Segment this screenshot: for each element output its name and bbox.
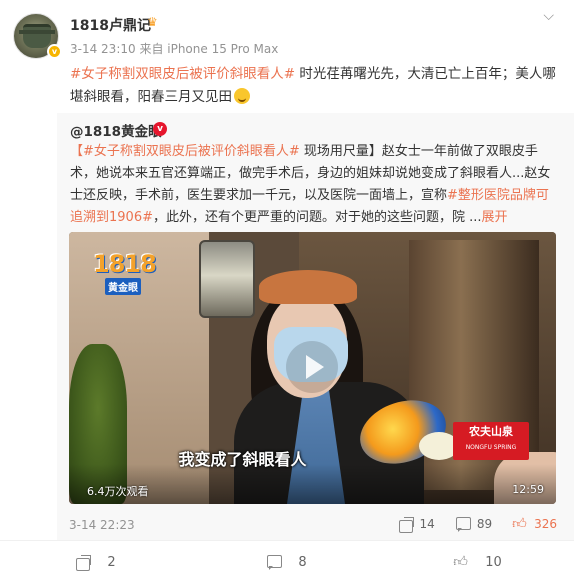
repost-comment-button[interactable]: 89	[455, 516, 492, 532]
repost-box[interactable]: @1818黄金眼 v 【#女子称割双眼皮后被评价斜眼看人# 现场用尺量】赵女士一…	[57, 113, 574, 540]
video-view-count: 6.4万次观看	[87, 485, 149, 498]
repost-like-button[interactable]: 👍︎ 326	[512, 516, 557, 532]
like-button[interactable]: 👍︎ 10	[382, 541, 573, 584]
repost-body-2: ，此外，还有个更严重的问题。对于她的这些问题，院 ...	[152, 210, 482, 225]
comment-count: 8	[298, 555, 307, 570]
repost-share-count: 14	[419, 517, 435, 531]
video-scene-lamp	[199, 240, 255, 318]
post-hashtag-link[interactable]: #女子称割双眼皮后被评价斜眼看人#	[70, 66, 295, 82]
sponsor-name-cn: 农夫山泉	[469, 425, 513, 438]
like-count: 10	[485, 555, 502, 570]
expand-link[interactable]: 展开	[482, 210, 508, 225]
post-meta: 3-14 23:10 来自 iPhone 15 Pro Max	[70, 42, 279, 56]
share-icon	[75, 554, 93, 572]
thumbs-up-icon: 👍︎	[512, 516, 527, 532]
username[interactable]: 1818卢鼎记	[70, 15, 151, 35]
video-subtitle: 我变成了斜眼看人	[178, 450, 307, 469]
repost-author-link[interactable]: @1818黄金眼	[70, 120, 162, 140]
repost-time: 3-14 22:23	[69, 518, 135, 532]
comment-icon	[266, 554, 284, 572]
play-icon[interactable]	[286, 341, 338, 393]
share-icon	[398, 516, 414, 533]
verified-badge-icon: v	[47, 44, 62, 59]
weibo-post-card: v 1818卢鼎记 ♛ 3-14 23:10 来自 iPhone 15 Pro …	[0, 0, 574, 584]
repost-hashtag-link[interactable]: 【#女子称割双眼皮后被评价斜眼看人#	[70, 144, 300, 159]
channel-logo: 1818 黄金眼	[93, 250, 167, 304]
share-button[interactable]: 2	[0, 541, 191, 584]
more-chevron-icon[interactable]: ⌵	[543, 8, 554, 24]
red-verified-icon: v	[153, 122, 167, 136]
post-text: #女子称割双眼皮后被评价斜眼看人# 时光荏苒曙光先，大清已亡上百年；美人哪堪斜眼…	[70, 63, 560, 109]
crown-icon: ♛	[147, 15, 158, 29]
repost-like-count: 326	[534, 517, 557, 531]
repost-share-button[interactable]: 14	[398, 516, 435, 533]
repost-comment-count: 89	[476, 517, 493, 531]
repost-text: 【#女子称割双眼皮后被评价斜眼看人# 现场用尺量】赵女士一年前做了双眼皮手术，她…	[70, 141, 560, 229]
channel-logo-number: 1818	[93, 250, 157, 278]
share-count: 2	[107, 555, 116, 570]
thumbs-up-icon: 👍︎	[453, 553, 468, 570]
comment-button[interactable]: 8	[191, 541, 382, 584]
action-bar: 2 8 👍︎ 10	[0, 540, 574, 584]
video-duration: 12:59	[512, 483, 544, 496]
video-person-headband	[259, 270, 357, 304]
comment-icon	[455, 516, 471, 532]
repost-actions: 14 89 👍︎ 326	[378, 516, 557, 533]
video-player[interactable]: 农夫山泉 NONGFU SPRING 1818 黄金眼 我变成了斜眼看人 6.4…	[69, 232, 556, 504]
grinning-face-icon	[234, 88, 250, 104]
channel-logo-name: 黄金眼	[105, 278, 141, 295]
bronze-vessel-image	[19, 24, 55, 48]
